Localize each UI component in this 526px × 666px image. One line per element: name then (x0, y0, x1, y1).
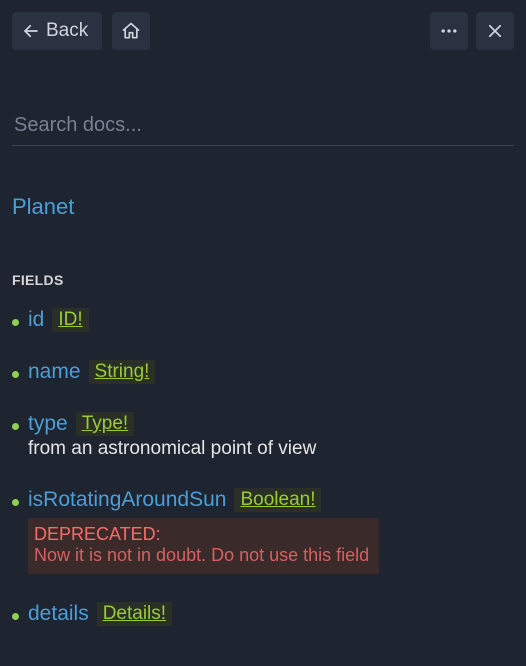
docs-content: Planet FIELDS id ID! name String! type Type!f… (0, 146, 526, 666)
field-head: type Type! (28, 412, 514, 436)
field-head: details Details! (28, 602, 514, 626)
arrow-left-icon (22, 22, 40, 40)
back-button[interactable]: Back (12, 12, 102, 50)
close-button[interactable] (476, 12, 514, 50)
field-item: type Type!from an astronomical point of v… (12, 412, 514, 460)
search-container (0, 56, 526, 146)
field-head: name String! (28, 360, 514, 384)
field-item: id ID! (12, 308, 514, 332)
field-type[interactable]: ID! (52, 308, 88, 332)
field-head: id ID! (28, 308, 514, 332)
field-item: isRotatingAroundSun Boolean! DEPRECATED:No… (12, 488, 514, 574)
field-item: details Details! (12, 602, 514, 626)
home-button[interactable] (112, 12, 150, 50)
type-title[interactable]: Planet (12, 194, 514, 220)
field-type[interactable]: Boolean! (234, 488, 321, 512)
bullet-icon (12, 371, 19, 378)
bullet-icon (12, 499, 19, 506)
field-name[interactable]: type (28, 412, 68, 436)
search-input[interactable] (12, 106, 514, 146)
toolbar: Back (0, 0, 526, 56)
bullet-icon (12, 319, 19, 326)
toolbar-left-group: Back (12, 12, 150, 50)
field-head: isRotatingAroundSun Boolean! (28, 488, 514, 512)
field-type[interactable]: String! (89, 360, 156, 384)
ellipsis-icon (439, 21, 459, 41)
deprecated-box: DEPRECATED:Now it is not in doubt. Do no… (28, 518, 379, 574)
fields-section-label: FIELDS (12, 272, 514, 288)
field-type[interactable]: Details! (97, 602, 172, 626)
field-description: from an astronomical point of view (28, 438, 514, 460)
bullet-icon (12, 423, 19, 430)
home-icon (121, 21, 141, 41)
back-button-label: Back (46, 20, 88, 42)
close-icon (486, 22, 504, 40)
field-name[interactable]: isRotatingAroundSun (28, 488, 226, 512)
field-name[interactable]: name (28, 360, 81, 384)
field-name[interactable]: id (28, 308, 44, 332)
more-button[interactable] (430, 12, 468, 50)
field-type[interactable]: Type! (76, 412, 134, 436)
bullet-icon (12, 613, 19, 620)
fields-list: id ID! name String! type Type!from an astrono… (12, 308, 514, 626)
deprecated-reason: Now it is not in doubt. Do not use this … (34, 545, 369, 566)
field-name[interactable]: details (28, 602, 89, 626)
deprecated-label: DEPRECATED: (34, 524, 369, 545)
field-item: name String! (12, 360, 514, 384)
